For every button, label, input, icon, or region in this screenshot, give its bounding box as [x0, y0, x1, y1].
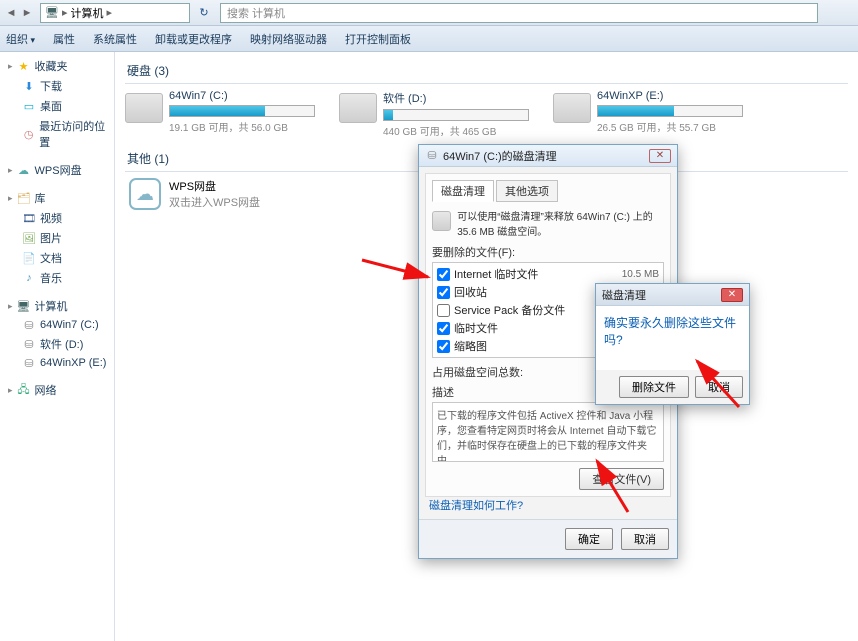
checkbox[interactable] [437, 304, 450, 317]
drive-free: 19.1 GB 可用，共 56.0 GB [169, 119, 315, 134]
close-button[interactable]: ✕ [649, 149, 671, 163]
cancel-button[interactable]: 取消 [621, 528, 669, 550]
cleanup-intro: 可以使用“磁盘清理”来释放 64Win7 (C:) 上的 35.6 MB 磁盘空… [457, 208, 664, 238]
sidebar-group-network[interactable]: 🖧网络 [0, 380, 114, 400]
close-button[interactable]: ✕ [721, 288, 743, 302]
sidebar-item-music[interactable]: ♪音乐 [0, 268, 114, 288]
tabs: 磁盘清理 其他选项 [432, 180, 664, 202]
cloud-icon: ☁ [17, 163, 31, 177]
toolbar-mapdrive[interactable]: 映射网络驱动器 [250, 31, 327, 47]
toolbar-uninstall[interactable]: 卸载或更改程序 [155, 31, 232, 47]
music-icon: ♪ [22, 271, 36, 285]
video-icon: 🎞 [22, 211, 36, 225]
sidebar-group-favorites[interactable]: ★收藏夹 [0, 56, 114, 76]
dialog-titlebar[interactable]: 磁盘清理 ✕ [596, 284, 749, 306]
drive-icon [339, 93, 377, 123]
refresh-button[interactable]: ↻ [194, 6, 214, 19]
document-icon: 📄 [22, 251, 36, 265]
list-label: 要删除的文件(F): [432, 244, 664, 260]
checkbox[interactable] [437, 286, 450, 299]
sidebar-item-desktop[interactable]: ▭桌面 [0, 96, 114, 116]
drive-icon: ⛁ [22, 356, 36, 370]
drive-d[interactable]: 软件 (D:) 440 GB 可用，共 465 GB [339, 90, 529, 138]
how-works-link[interactable]: 磁盘清理如何工作? [419, 497, 523, 519]
toolbar-properties[interactable]: 属性 [53, 31, 75, 47]
sidebar-group-wps[interactable]: ☁WPS网盘 [0, 160, 114, 180]
list-item[interactable]: Internet 临时文件10.5 MB [435, 265, 661, 283]
checkbox[interactable] [437, 340, 450, 353]
toolbar: 组织 属性 系统属性 卸载或更改程序 映射网络驱动器 打开控制面板 [0, 26, 858, 52]
breadcrumb[interactable]: 🖥 ▸ 计算机 ▸ [40, 3, 190, 23]
download-icon: ⬇ [22, 79, 36, 93]
computer-icon: 🖥 [45, 6, 59, 20]
wps-sub: 双击进入WPS网盘 [169, 194, 260, 210]
drive-icon [125, 93, 163, 123]
checkbox[interactable] [437, 268, 450, 281]
back-button[interactable]: ◄ [6, 6, 16, 20]
confirm-text: 确实要永久删除这些文件吗? [604, 314, 741, 348]
wps-title: WPS网盘 [169, 178, 260, 194]
sidebar-item-drive-d[interactable]: ⛁软件 (D:) [0, 334, 114, 354]
tab-other[interactable]: 其他选项 [496, 180, 558, 202]
toolbar-organize[interactable]: 组织 [6, 31, 35, 47]
breadcrumb-segment: 计算机 [71, 5, 104, 21]
sidebar-item-recent[interactable]: ◷最近访问的位置 [0, 116, 114, 152]
star-icon: ★ [17, 59, 31, 73]
drive-title: 软件 (D:) [383, 90, 529, 106]
drive-icon [553, 93, 591, 123]
description-text: 已下载的程序文件包括 ActiveX 控件和 Java 小程序，您查看特定网页时… [432, 402, 664, 462]
drive-usage-bar [169, 105, 315, 117]
drive-usage-bar [383, 109, 529, 121]
dialog-title: 磁盘清理 [602, 287, 646, 303]
library-icon: 🗂 [17, 191, 31, 205]
sidebar-item-videos[interactable]: 🎞视频 [0, 208, 114, 228]
sidebar-item-downloads[interactable]: ⬇下载 [0, 76, 114, 96]
confirm-dialog: 磁盘清理 ✕ 确实要永久删除这些文件吗? 删除文件 取消 [595, 283, 750, 405]
sidebar-group-libraries[interactable]: 🗂库 [0, 188, 114, 208]
sidebar: ★收藏夹 ⬇下载 ▭桌面 ◷最近访问的位置 ☁WPS网盘 🗂库 🎞视频 🖼图片 … [0, 52, 115, 641]
sidebar-item-pictures[interactable]: 🖼图片 [0, 228, 114, 248]
drive-c[interactable]: 64Win7 (C:) 19.1 GB 可用，共 56.0 GB [125, 90, 315, 138]
sidebar-item-drive-e[interactable]: ⛁64WinXP (E:) [0, 354, 114, 372]
dialog-titlebar[interactable]: ⛁ 64Win7 (C:)的磁盘清理 ✕ [419, 145, 677, 167]
network-icon: 🖧 [17, 383, 31, 397]
view-files-button[interactable]: 查看文件(V) [579, 468, 664, 490]
forward-button[interactable]: ► [22, 6, 32, 20]
drive-e[interactable]: 64WinXP (E:) 26.5 GB 可用，共 55.7 GB [553, 90, 743, 138]
drive-title: 64WinXP (E:) [597, 90, 743, 102]
tab-cleanup[interactable]: 磁盘清理 [432, 180, 494, 202]
drive-icon: ⛁ [425, 149, 439, 163]
drive-free: 440 GB 可用，共 465 GB [383, 123, 529, 138]
ok-button[interactable]: 确定 [565, 528, 613, 550]
sidebar-group-computer[interactable]: 🖥计算机 [0, 296, 114, 316]
desktop-icon: ▭ [22, 99, 36, 113]
computer-icon: 🖥 [17, 299, 31, 313]
group-header-hdd: 硬盘 (3) [125, 58, 848, 84]
delete-files-button[interactable]: 删除文件 [619, 376, 689, 398]
toolbar-sysprops[interactable]: 系统属性 [93, 31, 137, 47]
cancel-button[interactable]: 取消 [695, 376, 743, 398]
drive-title: 64Win7 (C:) [169, 90, 315, 102]
toolbar-controlpanel[interactable]: 打开控制面板 [345, 31, 411, 47]
drive-free: 26.5 GB 可用，共 55.7 GB [597, 119, 743, 134]
cloud-icon: ☁ [129, 178, 161, 210]
sidebar-item-documents[interactable]: 📄文档 [0, 248, 114, 268]
drive-usage-bar [597, 105, 743, 117]
drive-icon [432, 211, 451, 231]
search-input[interactable]: 搜索 计算机 [220, 3, 818, 23]
sidebar-item-drive-c[interactable]: ⛁64Win7 (C:) [0, 316, 114, 334]
drive-icon: ⛁ [22, 318, 36, 332]
drive-icon: ⛁ [22, 337, 36, 351]
picture-icon: 🖼 [22, 231, 36, 245]
search-placeholder: 搜索 计算机 [227, 5, 285, 21]
recent-icon: ◷ [22, 127, 35, 141]
address-bar: ◄ ► 🖥 ▸ 计算机 ▸ ↻ 搜索 计算机 [0, 0, 858, 26]
dialog-title: 64Win7 (C:)的磁盘清理 [443, 148, 557, 164]
checkbox[interactable] [437, 322, 450, 335]
